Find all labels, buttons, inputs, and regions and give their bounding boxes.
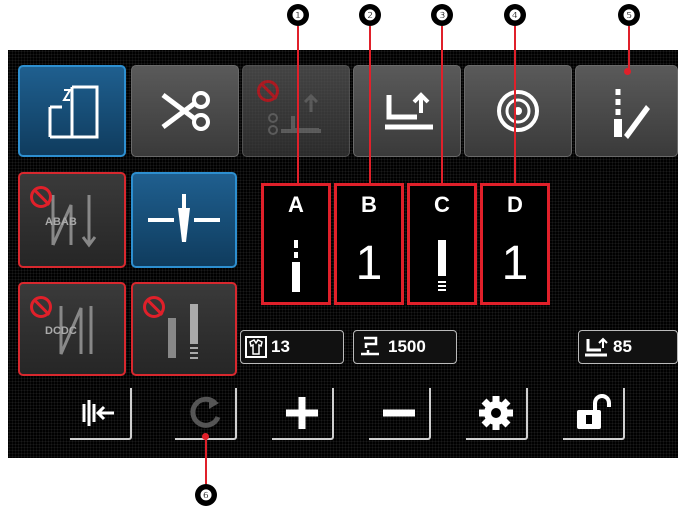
tile-b[interactable]: B 1 xyxy=(334,183,404,305)
callout-4-line xyxy=(514,26,516,185)
callout-6-dot xyxy=(202,433,209,440)
callout-6: ❻ xyxy=(195,484,217,506)
presser-height-value: 85 xyxy=(613,337,632,356)
tile-b-letter: B xyxy=(361,192,377,217)
tile-a[interactable]: A xyxy=(261,183,331,305)
tile-c-letter: C xyxy=(434,192,450,217)
thread-trim-button[interactable] xyxy=(131,65,239,157)
callout-1: ❶ xyxy=(287,4,309,26)
piece-counter-badge[interactable]: 13 xyxy=(240,330,344,364)
trim-presser-lift-button xyxy=(242,65,350,157)
presser-lift-small-icon xyxy=(585,337,608,357)
pattern-button[interactable] xyxy=(18,65,126,157)
bobbin-winder-icon xyxy=(497,90,539,132)
reverse-stitch-dc-button: DCDC xyxy=(18,282,126,376)
callout-1-line xyxy=(297,26,299,185)
callout-4: ❹ xyxy=(504,4,526,26)
callout-3-line xyxy=(441,26,443,185)
speed-badge[interactable]: 1500 xyxy=(353,330,457,364)
prohibited-icon xyxy=(30,186,52,208)
plus-icon xyxy=(286,397,318,429)
callout-5-line xyxy=(628,26,630,70)
settings-button[interactable] xyxy=(466,388,528,440)
callout-5: ❺ xyxy=(618,4,640,26)
shirt-counter-icon xyxy=(245,336,267,358)
minus-icon xyxy=(383,409,415,417)
presser-height-badge[interactable]: 85 xyxy=(578,330,678,364)
tile-a-letter: A xyxy=(288,192,304,217)
minus-button[interactable] xyxy=(369,388,431,440)
callout-2-line xyxy=(369,26,371,185)
edit-pen-icon xyxy=(613,89,650,139)
tile-c[interactable]: C xyxy=(407,183,477,305)
callout-2: ❷ xyxy=(359,4,381,26)
needle-position-icon xyxy=(148,194,220,242)
scissors-icon xyxy=(161,91,210,131)
condensed-stitch-button xyxy=(131,282,237,376)
lock-button[interactable] xyxy=(563,388,625,440)
tile-b-value: 1 xyxy=(355,237,383,290)
operation-panel: ABAB DCDC A B 1 C D 1 13 1500 85 xyxy=(8,50,678,458)
prohibited-icon xyxy=(143,296,165,318)
pattern-shape-icon xyxy=(48,85,99,139)
piece-count-value: 13 xyxy=(271,337,290,356)
unlock-icon xyxy=(577,394,611,429)
tile-d[interactable]: D 1 xyxy=(480,183,550,305)
tile-d-letter: D xyxy=(507,192,523,217)
edit-button[interactable] xyxy=(575,65,678,157)
reset-counter-icon xyxy=(190,396,221,428)
callout-3: ❸ xyxy=(431,4,453,26)
svg-text:DCDC: DCDC xyxy=(45,325,77,337)
svg-text:ABAB: ABAB xyxy=(45,216,77,228)
stitch-dense-icon xyxy=(438,240,446,291)
tile-d-value: 1 xyxy=(501,237,529,290)
callout-6-line xyxy=(205,437,207,484)
plus-button[interactable] xyxy=(272,388,334,440)
needle-position-button[interactable] xyxy=(131,172,237,268)
stitch-length-icon xyxy=(292,240,300,292)
return-to-origin-button[interactable] xyxy=(70,388,132,440)
prohibited-icon xyxy=(257,80,279,102)
reverse-stitch-ab-button: ABAB xyxy=(18,172,126,268)
presser-lift-icon xyxy=(385,92,433,130)
sewing-speed-icon xyxy=(361,336,379,356)
return-to-origin-icon xyxy=(82,400,114,426)
gear-icon xyxy=(479,396,513,430)
prohibited-icon xyxy=(30,296,52,318)
speed-value: 1500 xyxy=(388,337,426,356)
bobbin-winder-button[interactable] xyxy=(464,65,572,157)
